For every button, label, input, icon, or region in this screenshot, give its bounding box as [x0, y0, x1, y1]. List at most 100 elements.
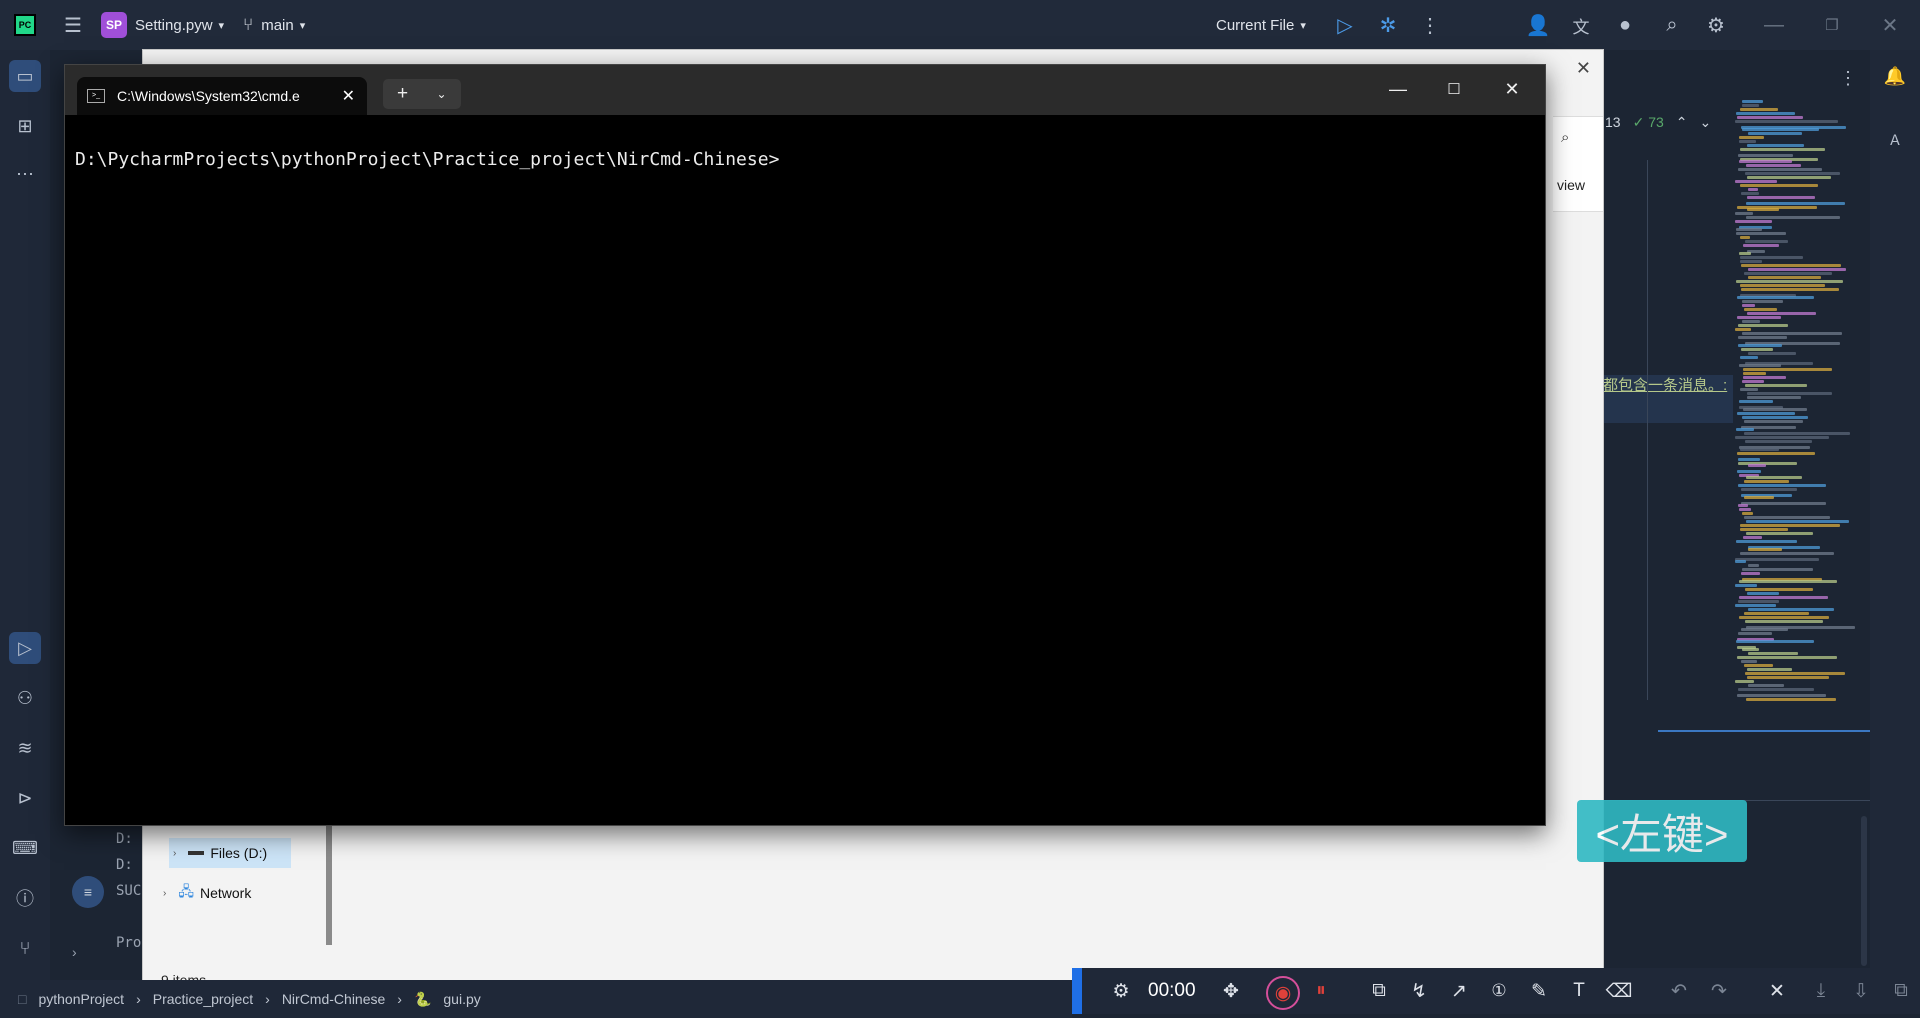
eraser-icon[interactable]: ⌫ [1604, 976, 1634, 1006]
minimap-line [1740, 388, 1758, 391]
minimap-line [1744, 308, 1777, 311]
add-user-icon[interactable]: 👤 [1524, 11, 1552, 39]
maximize-icon[interactable]: ☐ [1431, 73, 1477, 105]
separator [1658, 730, 1870, 732]
branch-selector[interactable]: ⑂ main ▾ [243, 0, 305, 50]
close-icon[interactable]: ✕ [1762, 976, 1792, 1006]
redo-icon[interactable]: ↷ [1704, 976, 1734, 1006]
minimap-line [1736, 540, 1797, 543]
tree-item-drive-d[interactable]: › Files (D:) [169, 838, 291, 868]
minimap-line [1742, 416, 1808, 419]
number-icon[interactable]: ① [1484, 976, 1514, 1006]
branch-name: main [261, 16, 294, 34]
minimap-line [1744, 432, 1850, 435]
minimize-icon[interactable]: — [1760, 11, 1788, 39]
scrollbar[interactable] [1861, 816, 1867, 966]
copy-icon[interactable]: ⧉ [1886, 976, 1916, 1006]
minimap-line [1744, 516, 1830, 519]
minimize-icon[interactable]: — [1375, 73, 1421, 105]
minimap-line [1735, 436, 1829, 439]
search-icon[interactable]: ⌕ [1561, 129, 1569, 146]
project-selector[interactable]: SP Setting.pyw ▾ [101, 0, 224, 50]
play-icon[interactable]: ▷ [9, 632, 41, 664]
more-icon[interactable]: ⋯ [9, 158, 41, 190]
chevron-right-icon: › [397, 991, 402, 1007]
record-icon[interactable]: ◉ [1266, 976, 1300, 1010]
settings-icon[interactable]: ⚙ [1106, 976, 1136, 1006]
minimap-line [1735, 558, 1819, 561]
pen-icon[interactable]: ✎ [1524, 976, 1554, 1006]
close-icon[interactable]: ✕ [1576, 58, 1591, 79]
minimap-line [1739, 136, 1764, 139]
breadcrumb-item[interactable]: pythonProject [38, 991, 124, 1007]
command-prompt[interactable]: D:\PycharmProjects\pythonProject\Practic… [75, 149, 779, 170]
debug-icon[interactable]: ✲ [1374, 11, 1402, 39]
close-tab-icon[interactable]: ✕ [342, 86, 355, 106]
arrow-icon[interactable]: ↗ [1444, 976, 1474, 1006]
structure-icon[interactable]: ⊞ [9, 110, 41, 142]
more-icon[interactable]: ⋮ [1416, 11, 1444, 39]
terminal-window[interactable]: >_ C:\Windows\System32\cmd.e ✕ + ⌄ — ☐ ✕… [64, 64, 1546, 826]
chevron-up-icon[interactable]: ⌃ [1676, 114, 1688, 131]
breadcrumb-item[interactable]: gui.py [443, 991, 480, 1007]
download-icon[interactable]: ⤓ [1806, 976, 1836, 1006]
minimap-line [1739, 580, 1837, 583]
close-icon[interactable]: ✕ [1489, 73, 1535, 105]
maximize-icon[interactable]: ❐ [1818, 11, 1846, 39]
chevron-right-icon[interactable]: › [173, 848, 176, 859]
python-icon[interactable]: ⚇ [9, 682, 41, 714]
services-icon[interactable]: ⊳ [9, 782, 41, 814]
hamburger-icon[interactable]: ☰ [59, 11, 87, 39]
terminal-icon[interactable]: ⌨ [9, 832, 41, 864]
gear-icon[interactable]: ⚙ [1702, 11, 1730, 39]
minimap-line [1747, 312, 1816, 315]
notification-icon[interactable]: 🔔 [1879, 60, 1911, 92]
shapes-icon[interactable]: ⧉ [1364, 976, 1394, 1006]
screen-recorder-toolbar: ⚙ 00:00 ✥ ◉ ⏸ ⧉ ↯ ↗ ① ✎ T ⌫ ↶ ↷ ✕ ⤓ ⇩ ⧉ [1072, 968, 1920, 1014]
search-icon[interactable]: ⌕ [1658, 11, 1686, 39]
polyline-icon[interactable]: ↯ [1404, 976, 1434, 1006]
soft-wrap-icon[interactable]: ≡ [72, 876, 104, 908]
minimap-line [1737, 470, 1761, 473]
ai-assistant-icon[interactable]: Ａ [1879, 124, 1911, 156]
run-config-label: Current File [1216, 16, 1295, 34]
ide-left-toolbar: ▭ ⊞ ⋯ ▷ ⚇ ≋ ⊳ ⌨ ⓘ ⑂ [0, 50, 50, 980]
chevron-down-icon: ▾ [218, 19, 225, 32]
minimap-line [1744, 420, 1803, 423]
minimap-line [1746, 520, 1849, 523]
move-icon[interactable]: ✥ [1216, 976, 1246, 1006]
terminal-tab[interactable]: >_ C:\Windows\System32\cmd.e ✕ [77, 77, 367, 115]
chevron-right-icon[interactable]: › [163, 888, 166, 899]
status-indicator-icon[interactable]: ● [1611, 11, 1639, 39]
minimap-line [1741, 348, 1773, 351]
new-tab-icon[interactable]: + [383, 83, 422, 105]
minimap-line [1743, 368, 1832, 371]
undo-icon[interactable]: ↶ [1664, 976, 1694, 1006]
minimap-line [1741, 264, 1841, 267]
pane-scrollbar[interactable] [326, 820, 332, 945]
git-icon[interactable]: ⑂ [9, 932, 41, 964]
chevron-down-icon[interactable]: ⌄ [422, 87, 461, 101]
code-minimap[interactable] [1735, 100, 1870, 701]
text-icon[interactable]: T [1564, 976, 1594, 1006]
run-icon[interactable]: ▷ [1331, 11, 1359, 39]
save-icon[interactable]: ⇩ [1846, 976, 1876, 1006]
minimap-line [1742, 104, 1759, 107]
minimap-line [1736, 280, 1843, 283]
inspection-widget[interactable]: 13 ✓ 73 ⌃ ⌄ [1605, 114, 1711, 131]
tree-item-network[interactable]: › 🖧 Network [163, 878, 251, 908]
translate-icon[interactable]: 文 [1567, 11, 1595, 39]
close-icon[interactable]: ✕ [1876, 11, 1904, 39]
folder-icon[interactable]: ▭ [9, 60, 41, 92]
view-menu[interactable]: view [1557, 177, 1585, 193]
problems-icon[interactable]: ⓘ [9, 882, 41, 914]
pause-icon[interactable]: ⏸ [1306, 976, 1336, 1006]
toolbar-edge: ⌕ view [1553, 116, 1603, 212]
expand-icon[interactable]: › [72, 944, 77, 960]
run-config-selector[interactable]: Current File ▾ [1216, 0, 1306, 50]
chevron-down-icon[interactable]: ⌄ [1700, 114, 1712, 131]
breadcrumb-item[interactable]: Practice_project [153, 991, 253, 1007]
more-icon[interactable]: ⋮ [1839, 68, 1857, 89]
layers-icon[interactable]: ≋ [9, 732, 41, 764]
breadcrumb-item[interactable]: NirCmd-Chinese [282, 991, 385, 1007]
